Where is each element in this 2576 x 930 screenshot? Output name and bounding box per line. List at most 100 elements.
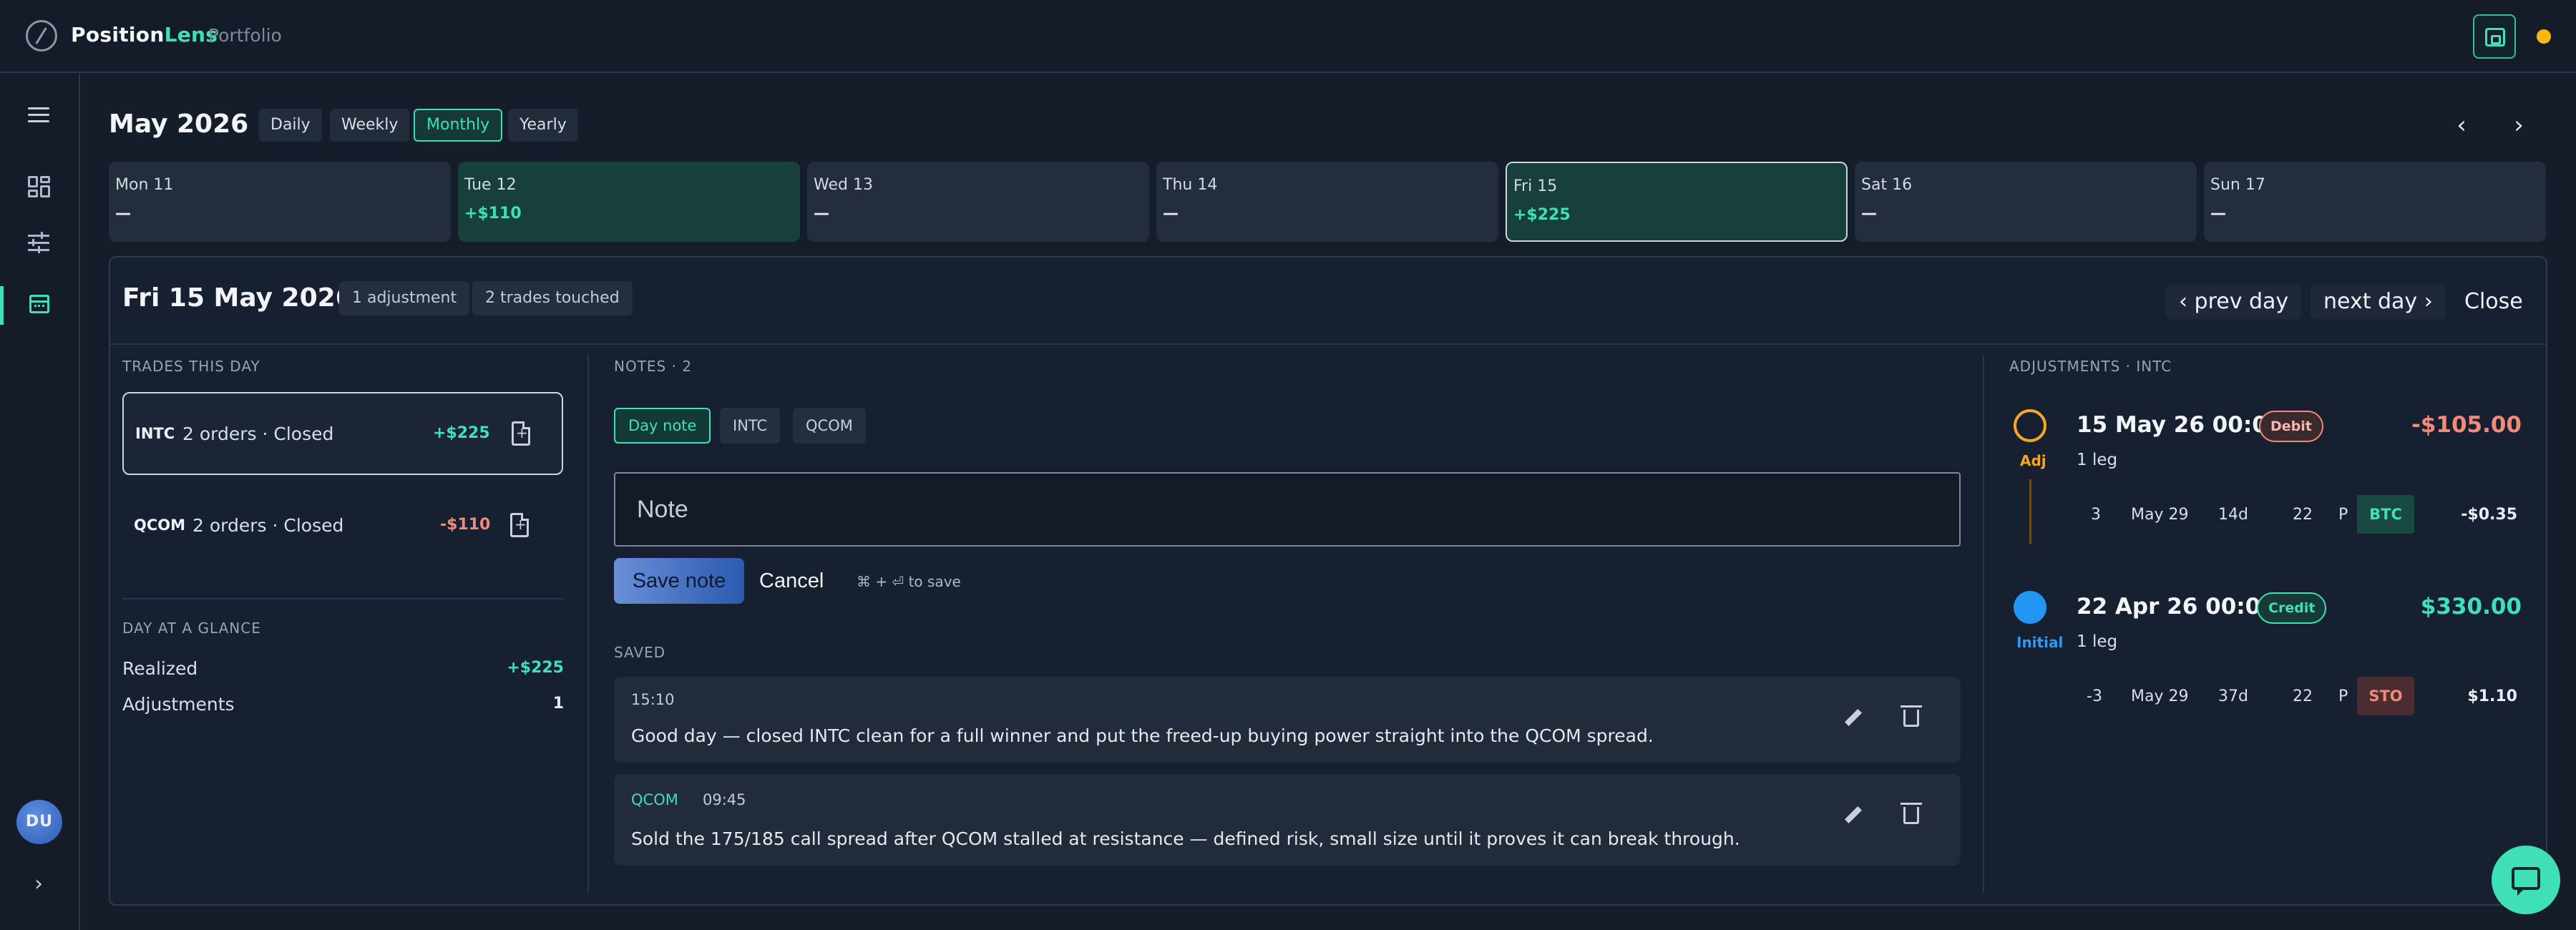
chevron-left-icon[interactable]: ‹ xyxy=(2447,112,2476,140)
leg-strike: 22 xyxy=(2293,687,2313,705)
leg-expiry: May 29 xyxy=(2131,506,2189,524)
calendar-icon[interactable] xyxy=(26,291,51,313)
day-pnl: — xyxy=(115,205,131,222)
day-pnl: — xyxy=(814,205,829,222)
trash-icon[interactable] xyxy=(1901,705,1922,727)
active-nav-indicator xyxy=(0,286,4,325)
leg-qty: -3 xyxy=(2087,687,2102,705)
dashboard-icon[interactable] xyxy=(26,176,51,197)
day-card[interactable]: Sat 16 — xyxy=(1855,162,2197,242)
avatar[interactable]: DU xyxy=(16,800,62,844)
note-time: 15:10 xyxy=(631,691,675,708)
leg-amount: -$0.35 xyxy=(2461,506,2517,524)
leg-type: P xyxy=(2338,687,2348,705)
status-indicator xyxy=(2537,29,2551,44)
save-shortcut-hint: ⌘ + ⏎ to save xyxy=(857,573,961,590)
cancel-button[interactable]: Cancel xyxy=(752,558,831,604)
adjustments-label: Adjustments xyxy=(122,694,235,715)
timeline-connector xyxy=(2029,479,2031,544)
realized-value: +$225 xyxy=(507,659,564,677)
chevron-right-icon[interactable]: › xyxy=(2504,112,2533,140)
day-label: Tue 12 xyxy=(464,176,517,194)
adjustment-amount: -$105.00 xyxy=(2411,412,2522,438)
section-label[interactable]: Portfolio xyxy=(208,25,282,46)
tab-day-note[interactable]: Day note xyxy=(614,408,711,444)
adjustment-kind: Initial xyxy=(2016,634,2064,651)
trade-pnl: +$225 xyxy=(433,424,490,442)
sliders-icon[interactable] xyxy=(26,232,51,253)
divider xyxy=(122,598,563,599)
edit-icon[interactable] xyxy=(1843,708,1862,727)
trash-icon[interactable] xyxy=(1901,803,1922,824)
brand-name[interactable]: PositionLens xyxy=(71,23,218,46)
day-detail-panel: Fri 15 May 2026 1 adjustment 2 trades to… xyxy=(109,256,2547,906)
day-card[interactable]: Sun 17 — xyxy=(2204,162,2546,242)
day-card[interactable]: Thu 14 — xyxy=(1156,162,1498,242)
leg-action-badge: BTC xyxy=(2357,495,2414,534)
leg-strike: 22 xyxy=(2293,506,2313,524)
day-pnl: — xyxy=(1163,205,1179,222)
tab-qcom[interactable]: QCOM xyxy=(793,408,866,444)
view-monthly-button[interactable]: Monthly xyxy=(414,109,503,142)
trades-chip: 2 trades touched xyxy=(472,281,633,315)
day-pnl: — xyxy=(2210,205,2226,222)
adjustments-value: 1 xyxy=(552,695,564,713)
day-card[interactable]: Tue 12 +$110 xyxy=(458,162,800,242)
adjustment-leg-count: 1 leg xyxy=(2077,632,2118,651)
leg-qty: 3 xyxy=(2091,506,2101,524)
close-button[interactable]: Close xyxy=(2451,285,2536,319)
brand-main: Position xyxy=(71,23,165,46)
page-title: May 2026 xyxy=(109,109,249,139)
trade-row[interactable]: INTC 2 orders · Closed +$225 xyxy=(122,392,563,475)
note-input[interactable] xyxy=(614,472,1961,547)
edit-icon[interactable] xyxy=(1843,806,1862,824)
adjustment-kind: Adj xyxy=(2020,452,2046,469)
day-pnl: +$225 xyxy=(1513,206,1571,224)
next-day-button[interactable]: next day › xyxy=(2311,285,2446,319)
saved-note: 15:10 Good day — closed INTC clean for a… xyxy=(614,677,1961,763)
day-pnl: +$110 xyxy=(464,205,522,222)
wallet-icon xyxy=(2485,28,2505,46)
day-label: Fri 15 xyxy=(1513,177,1558,195)
leg-type: P xyxy=(2338,506,2348,524)
adjustment-amount: $330.00 xyxy=(2420,594,2522,620)
note-time: 09:45 xyxy=(703,791,746,808)
trade-row[interactable]: QCOM 2 orders · Closed -$110 xyxy=(122,485,563,568)
leg-expiry: May 29 xyxy=(2131,687,2189,705)
credit-badge: Credit xyxy=(2257,592,2327,624)
add-note-icon[interactable] xyxy=(510,513,529,537)
glance-section-label: DAY AT A GLANCE xyxy=(122,620,261,637)
day-detail-header: Fri 15 May 2026 1 adjustment 2 trades to… xyxy=(110,258,2546,345)
trade-summary: 2 orders · Closed xyxy=(182,424,334,444)
view-weekly-button[interactable]: Weekly xyxy=(330,109,410,142)
save-note-button[interactable]: Save note xyxy=(614,558,744,604)
day-card[interactable]: Mon 11 — xyxy=(109,162,451,242)
day-label: Wed 13 xyxy=(814,176,873,194)
top-bar: PositionLens Portfolio xyxy=(0,0,2576,73)
tab-intc[interactable]: INTC xyxy=(720,408,781,444)
prev-day-button[interactable]: ‹ prev day xyxy=(2166,285,2302,319)
view-daily-button[interactable]: Daily xyxy=(259,109,322,142)
notes-section-label: NOTES · 2 xyxy=(614,358,693,375)
chevron-right-icon[interactable]: › xyxy=(29,873,49,895)
wallet-button[interactable] xyxy=(2473,14,2516,59)
logo-icon xyxy=(26,20,57,52)
menu-icon[interactable] xyxy=(26,104,51,126)
adjustment-marker xyxy=(2014,591,2046,624)
chat-button[interactable] xyxy=(2492,846,2560,914)
day-card-selected[interactable]: Fri 15 +$225 xyxy=(1506,162,1848,242)
adjustment-date: 15 May 26 00:00 xyxy=(2077,412,2283,438)
trade-pnl: -$110 xyxy=(440,516,491,534)
view-yearly-button[interactable]: Yearly xyxy=(508,109,578,142)
add-note-icon[interactable] xyxy=(512,421,530,446)
trade-symbol: QCOM xyxy=(134,517,186,534)
leg-dte: 14d xyxy=(2218,506,2248,524)
realized-label: Realized xyxy=(122,658,198,679)
leg-dte: 37d xyxy=(2218,687,2248,705)
day-label: Mon 11 xyxy=(115,176,174,194)
note-symbol-tag: QCOM xyxy=(631,791,678,808)
day-card[interactable]: Wed 13 — xyxy=(807,162,1149,242)
leg-amount: $1.10 xyxy=(2467,687,2517,705)
day-pnl: — xyxy=(1861,205,1877,222)
column-divider xyxy=(1983,355,1984,893)
